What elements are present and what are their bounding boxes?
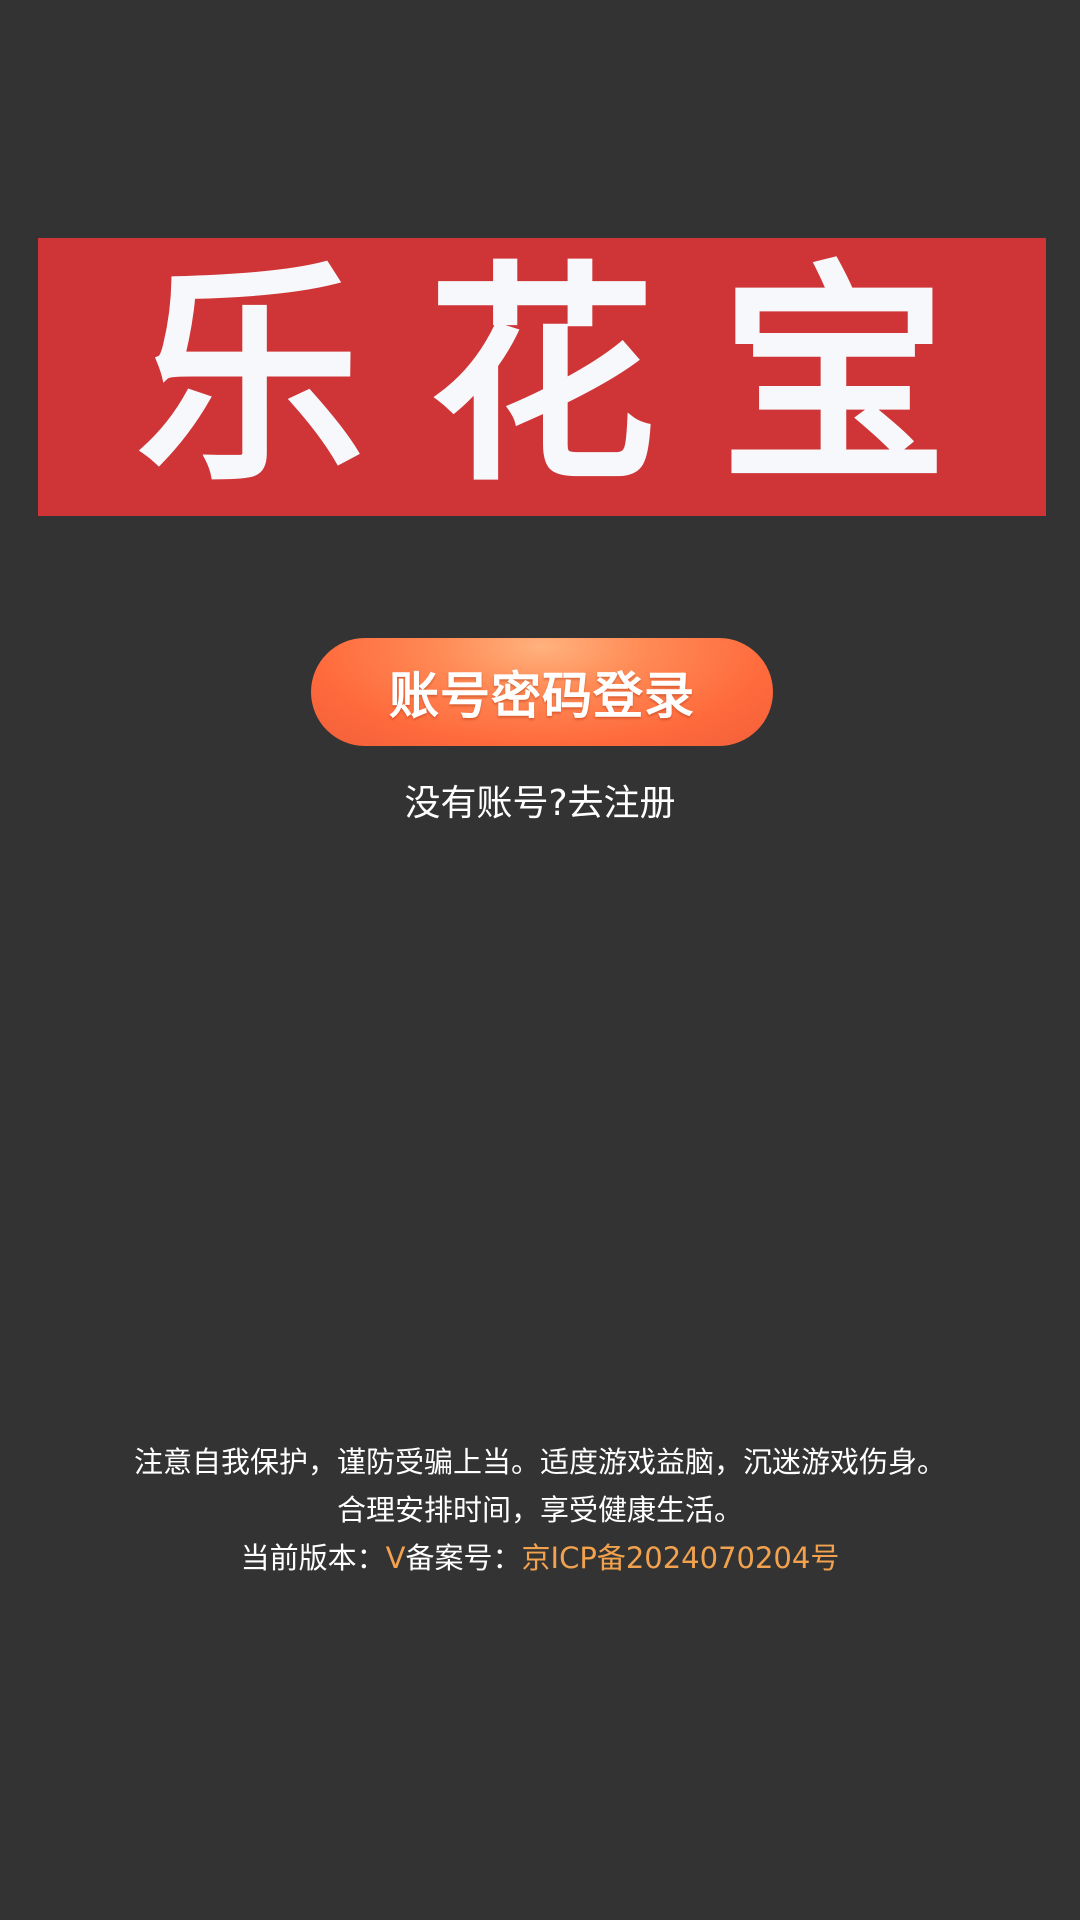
password-login-button[interactable]: 账号密码登录 [311,638,773,746]
version-label: 当前版本： [240,1541,386,1575]
icp-number-link[interactable]: 京ICP备2024070204号 [522,1541,840,1575]
health-notice-line2: 合理安排时间，享受健康生活。 [336,1493,743,1527]
icp-label: 备案号： [405,1541,522,1575]
health-notice-line1: 注意自我保护，谨防受骗上当。适度游戏益脑，沉迷游戏伤身。 [133,1445,946,1479]
register-link[interactable]: 没有账号?去注册 [0,780,1080,828]
version-value: V [385,1541,406,1575]
app-logo-banner: 乐花宝 [38,238,1046,516]
version-icp-line: 当前版本：V备案号：京ICP备2024070204号 [0,1534,1080,1582]
footer-notice: 注意自我保护，谨防受骗上当。适度游戏益脑，沉迷游戏伤身。 合理安排时间，享受健康… [0,1438,1080,1582]
app-logo-text: 乐花宝 [136,241,1012,513]
password-login-label: 账号密码登录 [389,667,695,725]
